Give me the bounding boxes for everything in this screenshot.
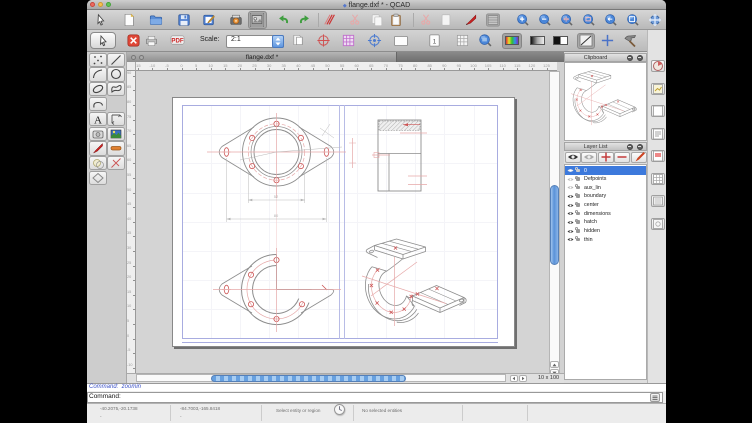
svg-text:1: 1 (432, 38, 436, 45)
svg-text:80: 80 (274, 213, 279, 218)
svg-text:A: A (94, 114, 102, 126)
svg-text:52: 52 (274, 194, 279, 199)
svg-text:PDF: PDF (171, 37, 183, 44)
